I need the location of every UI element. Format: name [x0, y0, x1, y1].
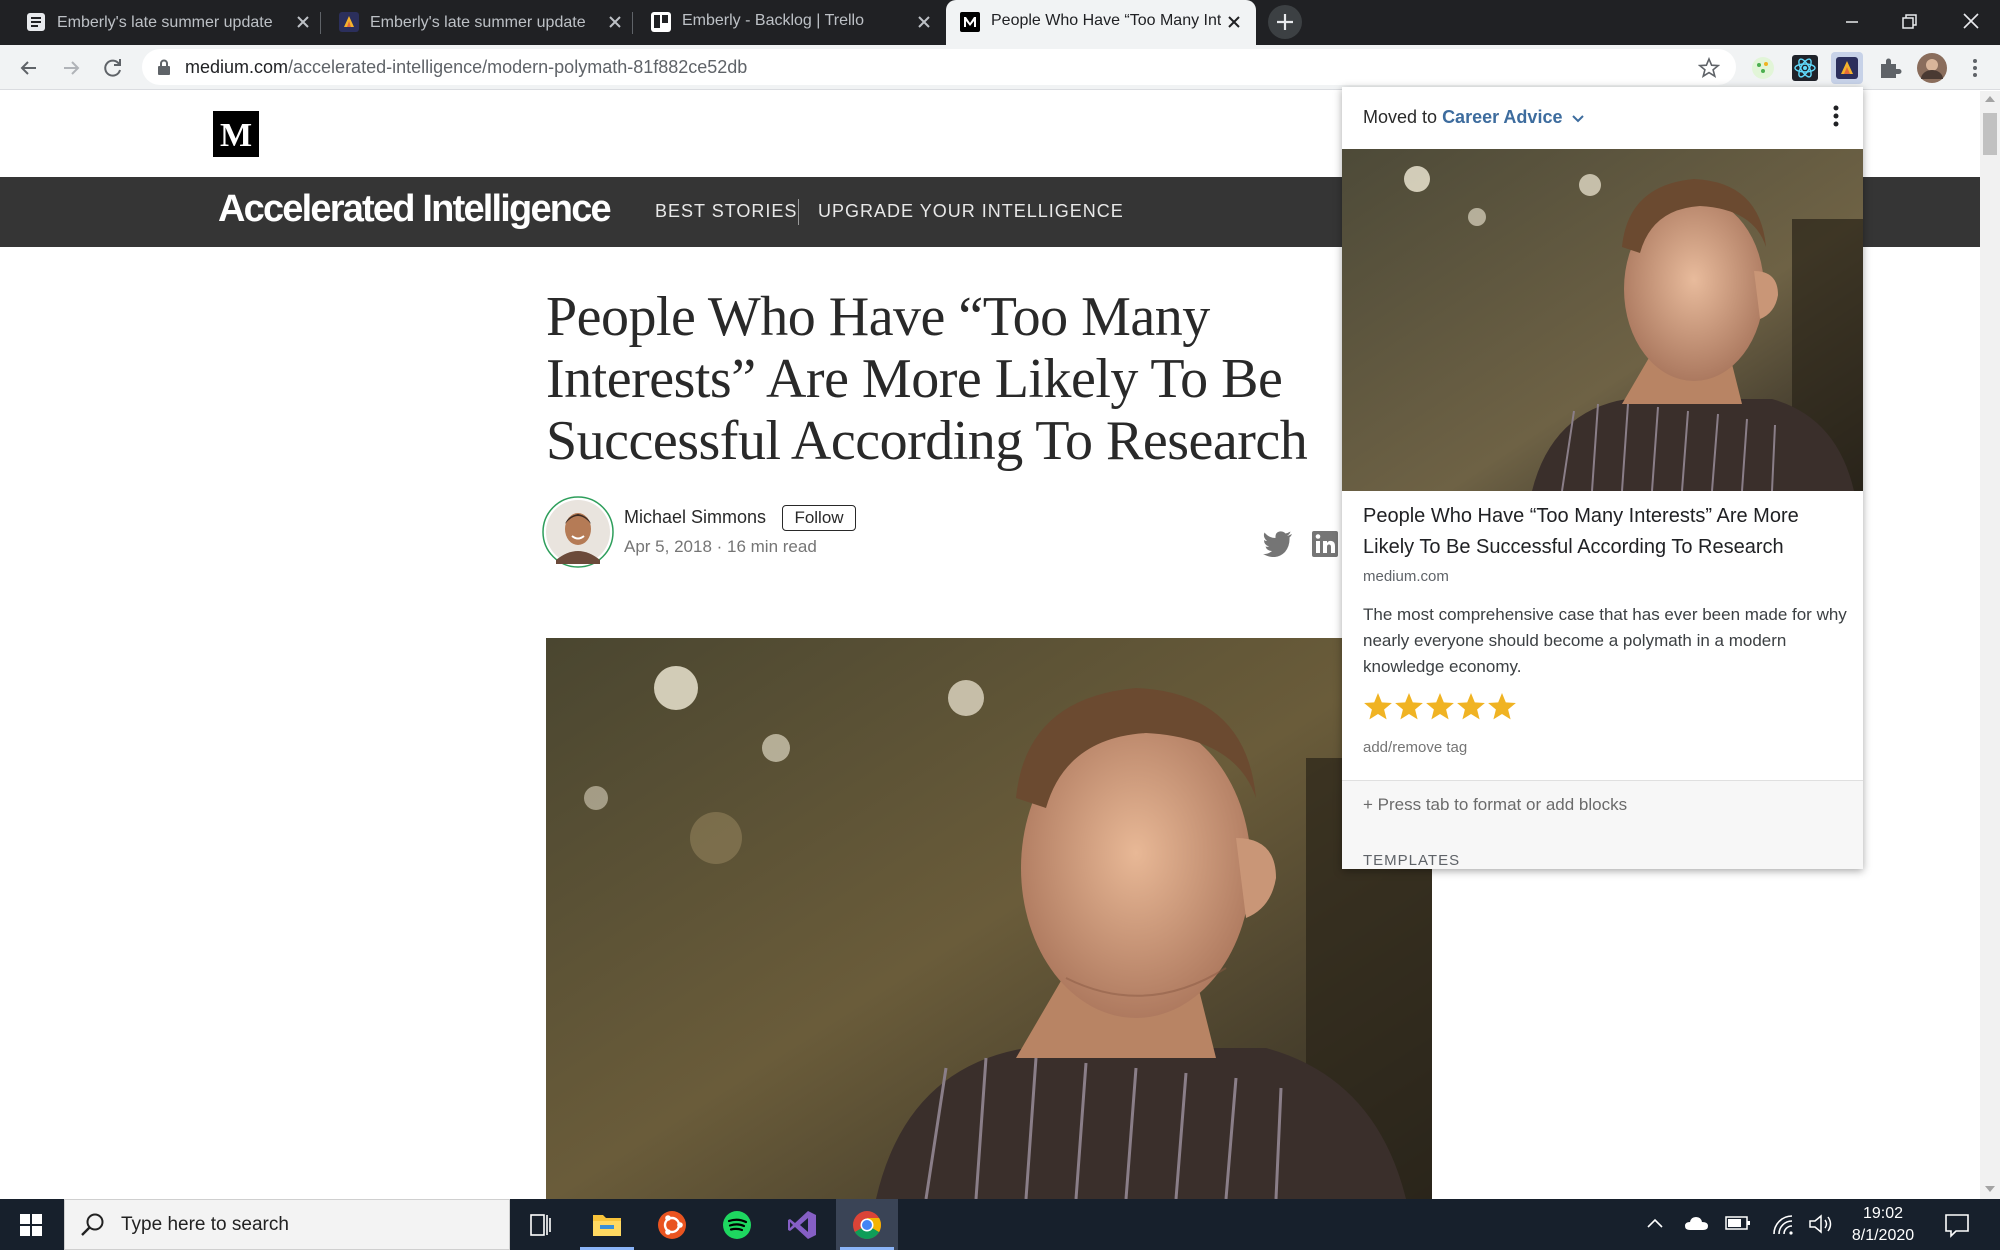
- close-window-icon[interactable]: [1958, 8, 1984, 34]
- react-devtools-icon[interactable]: [1791, 54, 1819, 82]
- chevron-down-icon[interactable]: [1570, 111, 1586, 127]
- close-icon[interactable]: [294, 13, 312, 31]
- chevron-up-icon[interactable]: [1646, 1216, 1664, 1230]
- clock-time: 19:02: [1862, 1205, 1904, 1222]
- rating-stars[interactable]: [1363, 692, 1525, 722]
- tab-title: Emberly - Backlog | Trello: [682, 12, 864, 29]
- publication-name[interactable]: Accelerated Intelligence: [218, 188, 612, 231]
- system-clock[interactable]: 19:02 8/1/2020: [1848, 1203, 1918, 1247]
- article-title: People Who Have “Too Many Interests” Are…: [546, 286, 1308, 472]
- close-icon[interactable]: [1225, 13, 1243, 31]
- search-icon: [81, 1213, 104, 1236]
- medium-icon: [960, 12, 980, 32]
- extensions-puzzle-icon[interactable]: [1876, 54, 1904, 82]
- close-icon[interactable]: [606, 13, 624, 31]
- add-remove-tag-link[interactable]: add/remove tag: [1363, 739, 1467, 756]
- battery-icon[interactable]: [1725, 1214, 1751, 1232]
- taskbar-file-explorer[interactable]: [576, 1199, 638, 1250]
- follow-button[interactable]: Follow: [782, 505, 856, 531]
- notification-center-icon[interactable]: [1944, 1212, 1970, 1238]
- page-scrollbar[interactable]: [1980, 91, 2000, 1199]
- taskbar-search-box[interactable]: Type here to search: [64, 1199, 510, 1250]
- spotify-icon: [723, 1211, 751, 1239]
- folder-icon: [593, 1215, 621, 1236]
- visual-studio-icon: [788, 1211, 816, 1239]
- bookmark-description: The most comprehensive case that has eve…: [1363, 605, 1847, 676]
- onedrive-icon[interactable]: [1684, 1214, 1710, 1232]
- taskbar-search-placeholder: Type here to search: [121, 1214, 289, 1235]
- url-path: /accelerated-intelligence/modern-polymat…: [288, 57, 748, 77]
- nav-best-stories[interactable]: BEST STORIES: [655, 201, 797, 222]
- tab-emberly-doc[interactable]: Emberly's late summer update 🌴: [8, 0, 316, 45]
- moved-to-prefix: Moved to: [1363, 107, 1438, 127]
- reload-icon[interactable]: [100, 55, 126, 81]
- star-rating-icons[interactable]: [1363, 692, 1525, 722]
- bookmark-title[interactable]: People Who Have “Too Many Interests” Are…: [1363, 501, 1853, 563]
- taskbar-ubuntu[interactable]: [641, 1199, 703, 1250]
- volume-icon[interactable]: [1808, 1212, 1834, 1236]
- author-avatar[interactable]: [542, 496, 614, 568]
- templates-heading: TEMPLATES: [1363, 852, 1461, 869]
- clock-date: 8/1/2020: [1851, 1227, 1915, 1244]
- windows-start-icon[interactable]: [20, 1214, 42, 1236]
- more-options-icon[interactable]: [1824, 103, 1848, 129]
- taskbar-spotify[interactable]: [706, 1199, 768, 1250]
- close-icon[interactable]: [915, 13, 933, 31]
- scroll-thumb[interactable]: [1983, 113, 1997, 155]
- tab-medium-article[interactable]: People Who Have “Too Many Inte: [946, 0, 1256, 45]
- browser-menu-icon[interactable]: [1962, 55, 1988, 81]
- trello-icon: [651, 12, 671, 32]
- back-icon[interactable]: [16, 55, 42, 81]
- emberly-icon: [339, 12, 359, 32]
- bookmark-star-icon[interactable]: [1698, 57, 1720, 79]
- address-bar[interactable]: medium.com/accelerated-intelligence/mode…: [142, 49, 1736, 85]
- medium-logo-letter: M: [219, 117, 253, 154]
- nav-divider: [798, 199, 799, 225]
- twitter-icon[interactable]: [1263, 531, 1293, 557]
- restore-icon[interactable]: [1898, 10, 1922, 34]
- nav-upgrade-intelligence[interactable]: UPGRADE YOUR INTELLIGENCE: [818, 201, 1124, 222]
- post-date-readtime: Apr 5, 2018 · 16 min read: [624, 537, 817, 556]
- scroll-down-icon[interactable]: [1985, 1185, 1995, 1193]
- minimize-icon[interactable]: [1840, 10, 1864, 34]
- emberly-extension-icon[interactable]: [1831, 52, 1863, 84]
- taskbar-chrome[interactable]: [836, 1199, 898, 1250]
- scroll-up-icon[interactable]: [1985, 95, 1995, 103]
- forward-icon[interactable]: [58, 55, 84, 81]
- document-icon: [27, 13, 45, 31]
- profile-avatar-icon[interactable]: [1916, 52, 1948, 84]
- tab-strip: Emberly's late summer update 🌴 Emberly's…: [0, 0, 2000, 45]
- tab-trello[interactable]: Emberly - Backlog | Trello: [633, 0, 941, 45]
- extension-dots-icon[interactable]: [1749, 54, 1777, 82]
- new-tab-icon[interactable]: [1267, 4, 1303, 40]
- emberly-popup: Moved to Career Advice People Who Have “…: [1342, 87, 1863, 869]
- wifi-icon[interactable]: [1770, 1212, 1794, 1236]
- linkedin-icon[interactable]: [1312, 531, 1338, 557]
- article-hero-image: [546, 638, 1432, 1199]
- notes-placeholder[interactable]: + Press tab to format or add blocks: [1363, 795, 1627, 815]
- moved-to-label: Moved to Career Advice: [1363, 107, 1562, 128]
- lock-icon[interactable]: [157, 59, 171, 75]
- tab-title: People Who Have “Too Many Inte: [991, 12, 1221, 29]
- bookmark-thumbnail: [1342, 149, 1863, 491]
- ubuntu-icon: [658, 1211, 686, 1239]
- medium-logo[interactable]: M: [213, 111, 259, 157]
- taskbar-visual-studio[interactable]: [771, 1199, 833, 1250]
- chrome-icon: [853, 1211, 881, 1239]
- windows-taskbar: Type here to search 19:02 8/1/2020: [0, 1199, 2000, 1250]
- url-domain: medium.com: [185, 57, 289, 77]
- browser-toolbar: medium.com/accelerated-intelligence/mode…: [0, 45, 2000, 90]
- url-text[interactable]: medium.com/accelerated-intelligence/mode…: [185, 57, 747, 78]
- category-dropdown[interactable]: Career Advice: [1442, 107, 1562, 127]
- tab-title: Emberly's late summer update 🌴: [57, 14, 277, 31]
- task-view-icon[interactable]: [528, 1212, 554, 1238]
- author-name[interactable]: Michael Simmons: [624, 507, 766, 528]
- tab-emberly-update[interactable]: Emberly's late summer update 🌴: [321, 0, 631, 45]
- tab-title: Emberly's late summer update 🌴: [370, 14, 590, 31]
- bookmark-domain: medium.com: [1363, 568, 1449, 585]
